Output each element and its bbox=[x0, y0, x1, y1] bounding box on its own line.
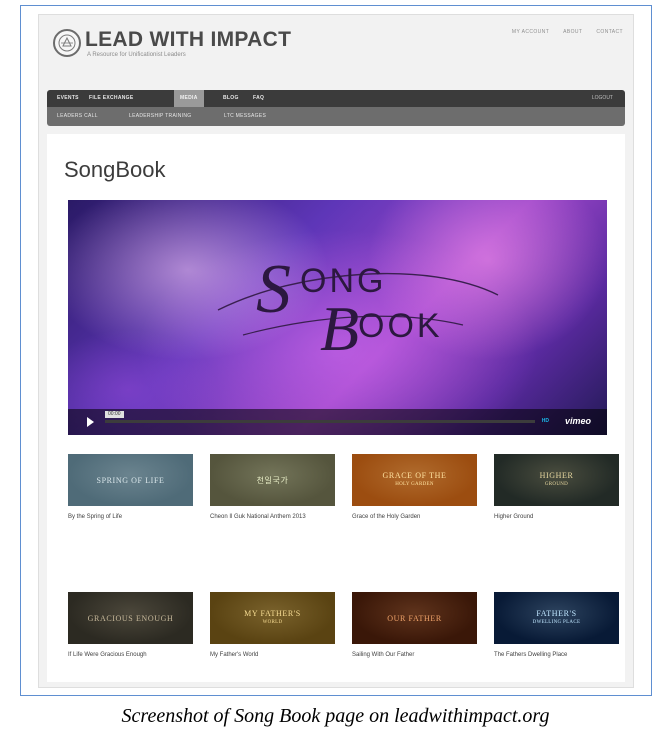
video-player[interactable]: S ONG B OOK 00:00 HD vimeo bbox=[68, 200, 607, 435]
thumbnail-title: My Father's World bbox=[244, 609, 301, 625]
sub-navigation: LEADERS CALL LEADERSHIP TRAINING LTC MES… bbox=[47, 107, 625, 126]
sub-nav-ltc-messages[interactable]: LTC MESSAGES bbox=[224, 107, 266, 126]
thumbnail-title: Higher Ground bbox=[539, 471, 574, 487]
video-progress-bar[interactable] bbox=[105, 420, 535, 423]
song-title[interactable]: My Father's World bbox=[210, 651, 335, 659]
song-title[interactable]: If Life Were Gracious Enough bbox=[68, 651, 193, 659]
hd-badge[interactable]: HD bbox=[542, 418, 549, 424]
song-thumbnail[interactable]: Gracious Enough bbox=[68, 592, 193, 644]
main-navigation: EVENTS FILE EXCHANGE MEDIA BLOG FAQ LOGO… bbox=[47, 90, 625, 107]
top-link-contact[interactable]: CONTACT bbox=[596, 29, 623, 35]
song-card[interactable]: Our Father Sailing With Our Father bbox=[352, 592, 477, 659]
figure-caption: Screenshot of Song Book page on leadwith… bbox=[121, 705, 550, 727]
song-thumbnail[interactable]: Grace of the Holy Garden bbox=[352, 454, 477, 506]
page-title: SongBook bbox=[64, 157, 166, 182]
song-thumbnail[interactable]: My Father's World bbox=[210, 592, 335, 644]
song-card[interactable]: 천일국가 Cheon Il Guk National Anthem 2013 bbox=[210, 454, 335, 521]
song-thumbnail[interactable]: Higher Ground bbox=[494, 454, 619, 506]
video-time: 00:00 bbox=[105, 411, 124, 418]
song-card[interactable]: Gracious Enough If Life Were Gracious En… bbox=[68, 592, 193, 659]
song-thumbnail[interactable]: Our Father bbox=[352, 592, 477, 644]
song-thumbnail[interactable]: Spring of Life bbox=[68, 454, 193, 506]
thumbnail-title: Father's Dwelling Place bbox=[532, 609, 581, 625]
nav-item-blog[interactable]: BLOG bbox=[223, 90, 239, 107]
video-title-line2: OOK bbox=[358, 307, 443, 345]
nav-item-media[interactable]: MEDIA bbox=[174, 90, 204, 107]
song-title[interactable]: Grace of the Holy Garden bbox=[352, 513, 477, 521]
video-title-initial-s: S bbox=[256, 251, 291, 328]
song-title[interactable]: Cheon Il Guk National Anthem 2013 bbox=[210, 513, 335, 521]
nav-item-faq[interactable]: FAQ bbox=[253, 90, 264, 107]
song-card[interactable]: Higher Ground Higher Ground bbox=[494, 454, 619, 521]
site-tagline: A Resource for Unificationist Leaders bbox=[87, 52, 186, 58]
vimeo-logo[interactable]: vimeo bbox=[565, 416, 591, 426]
top-links: MY ACCOUNT ABOUT CONTACT bbox=[512, 29, 623, 35]
nav-logout-link[interactable]: LOGOUT bbox=[592, 90, 613, 107]
thumbnail-title: Gracious Enough bbox=[87, 613, 174, 623]
song-card[interactable]: My Father's World My Father's World bbox=[210, 592, 335, 659]
song-title[interactable]: The Fathers Dwelling Place bbox=[494, 651, 619, 659]
song-title[interactable]: Higher Ground bbox=[494, 513, 619, 521]
sub-nav-leadership-training[interactable]: LEADERSHIP TRAINING bbox=[129, 107, 191, 126]
video-title-initial-b: B bbox=[320, 293, 359, 364]
thumbnail-title: 천일국가 bbox=[256, 475, 289, 485]
thumbnail-title: Our Father bbox=[387, 613, 442, 623]
site-logo-icon[interactable] bbox=[53, 29, 81, 57]
sub-nav-leaders-call[interactable]: LEADERS CALL bbox=[57, 107, 98, 126]
top-link-about[interactable]: ABOUT bbox=[563, 29, 582, 35]
song-title[interactable]: By the Spring of Life bbox=[68, 513, 193, 521]
song-card[interactable]: Spring of Life By the Spring of Life bbox=[68, 454, 193, 521]
top-link-my-account[interactable]: MY ACCOUNT bbox=[512, 29, 549, 35]
songbook-video-title: S ONG B OOK bbox=[217, 251, 499, 364]
thumbnail-title: Grace of the Holy Garden bbox=[382, 471, 447, 487]
site-title[interactable]: LEAD WITH IMPACT bbox=[85, 29, 291, 51]
song-card[interactable]: Grace of the Holy Garden Grace of the Hol… bbox=[352, 454, 477, 521]
song-card[interactable]: Father's Dwelling Place The Fathers Dwell… bbox=[494, 592, 619, 659]
thumbnail-title: Spring of Life bbox=[96, 475, 165, 485]
song-title[interactable]: Sailing With Our Father bbox=[352, 651, 477, 659]
song-thumbnail[interactable]: 천일국가 bbox=[210, 454, 335, 506]
main-content: SongBook S ONG B OOK 00:00 HD vimeo SPRI… bbox=[47, 134, 625, 682]
screenshot-frame: LEAD WITH IMPACT A Resource for Unificat… bbox=[20, 5, 652, 696]
song-thumbnail[interactable]: Father's Dwelling Place bbox=[494, 592, 619, 644]
nav-item-events[interactable]: EVENTS bbox=[57, 90, 79, 107]
play-icon[interactable] bbox=[87, 417, 94, 427]
video-controls: 00:00 HD vimeo bbox=[68, 409, 607, 435]
website-page: LEAD WITH IMPACT A Resource for Unificat… bbox=[38, 14, 634, 688]
nav-item-file-exchange[interactable]: FILE EXCHANGE bbox=[89, 90, 133, 107]
